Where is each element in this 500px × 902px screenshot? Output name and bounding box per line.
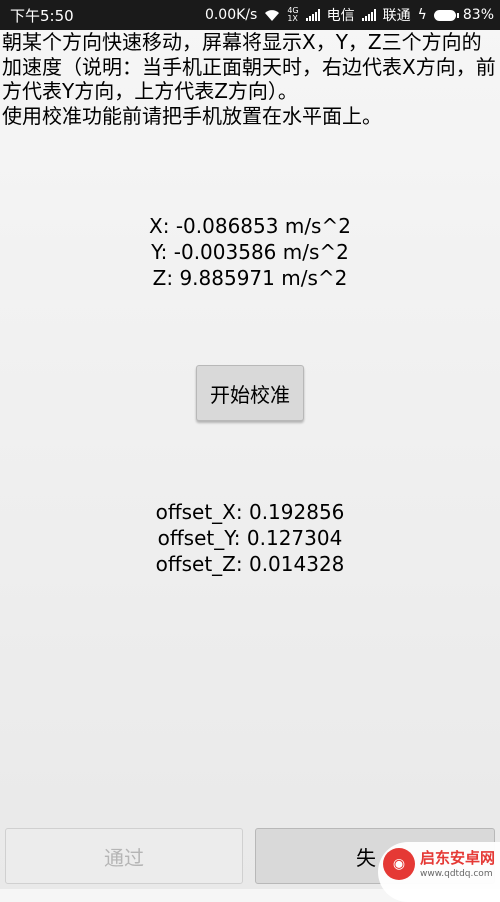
carrier-1: 电信 (326, 8, 355, 24)
accel-x-value: X: -0.086853 m/s^2 (149, 214, 351, 238)
watermark-logo-icon: ◉ (383, 848, 415, 880)
network-type-icon: 4G 1X (287, 6, 299, 23)
status-time: 下午5:50 (10, 6, 74, 25)
pass-button[interactable]: 通过 (5, 828, 243, 884)
status-indicators: 0.00K/s 4G 1X 电信 联通 ϟ 83% (205, 5, 500, 25)
status-bar: 下午5:50 0.00K/s 4G 1X 电信 联通 ϟ 83% (0, 0, 500, 30)
instructions-text: 朝某个方向快速移动，屏幕将显示X，Y，Z三个方向的加速度（说明：当手机正面朝天时… (2, 30, 496, 128)
watermark-name: 启东安卓网 (420, 849, 496, 867)
battery-icon (433, 9, 459, 21)
accel-y-value: Y: -0.003586 m/s^2 (151, 240, 349, 264)
wifi-icon (265, 10, 280, 21)
signal-icon (361, 9, 376, 21)
network-speed: 0.00K/s (204, 7, 258, 23)
offset-y-value: offset_Y: 0.127304 (157, 526, 343, 550)
offset-readings: offset_X: 0.192856 offset_Y: 0.127304 of… (0, 499, 500, 577)
carrier-2: 联通 (382, 8, 411, 24)
accel-z-value: Z: 9.885971 m/s^2 (152, 266, 348, 290)
watermark-url: www.qdtdq.com (420, 869, 493, 879)
offset-x-value: offset_X: 0.192856 (155, 500, 345, 524)
acceleration-readings: X: -0.086853 m/s^2 Y: -0.003586 m/s^2 Z:… (0, 213, 500, 291)
charging-icon: ϟ (417, 7, 427, 23)
signal-icon (305, 9, 320, 21)
battery-level: 83% (462, 7, 494, 23)
start-calibration-button[interactable]: 开始校准 (196, 365, 304, 421)
offset-z-value: offset_Z: 0.014328 (155, 552, 345, 576)
